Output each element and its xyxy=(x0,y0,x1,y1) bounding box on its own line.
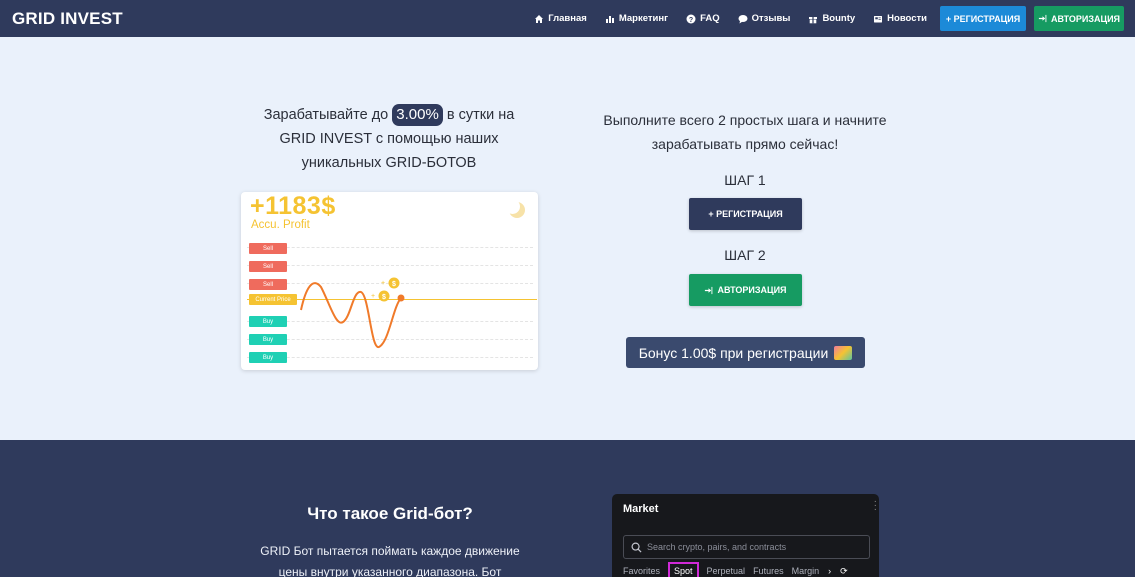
tab-margin[interactable]: Margin xyxy=(792,566,820,576)
home-icon xyxy=(535,14,544,23)
nav-link-home[interactable]: Главная xyxy=(534,13,587,24)
earn-prefix: Зарабатывайте до xyxy=(263,107,389,123)
percent-badge: 3.00% xyxy=(392,104,443,126)
step-login-label: АВТОРИЗАЦИЯ xyxy=(717,285,787,295)
earn-headline: Зарабатывайте до 3.00% в сутки на GRID I… xyxy=(240,103,538,175)
comment-icon xyxy=(738,14,748,23)
earn-line-2: GRID INVEST с помощью наших xyxy=(279,131,499,147)
steps-line-2: зарабатывать прямо сейчас! xyxy=(651,136,839,152)
question-icon: ? xyxy=(686,14,696,24)
nav-link-marketing[interactable]: Маркетинг xyxy=(605,13,668,24)
sign-in-icon xyxy=(705,286,713,294)
nav-link-bounty[interactable]: Bounty xyxy=(808,13,855,24)
step-1-label: ШАГ 1 xyxy=(724,172,766,188)
coin-symbol: $ xyxy=(382,294,386,301)
tab-futures[interactable]: Futures xyxy=(753,566,784,576)
nav-link-label: Новости xyxy=(887,13,927,24)
market-widget: Market · · · Search crypto, pairs, and con… xyxy=(612,494,879,577)
nav-links: Главная Маркетинг ? FAQ Отзывы Bounty Но… xyxy=(534,0,927,37)
nav-link-label: Главная xyxy=(548,13,587,24)
earn-line-3: уникальных GRID-БОТОВ xyxy=(301,155,477,171)
more-icon[interactable]: · · · xyxy=(874,497,877,515)
market-tabs: Favorites Spot Perpetual Futures Margin … xyxy=(623,562,848,577)
chevron-right-icon[interactable]: › xyxy=(828,566,831,576)
step-2-label: ШАГ 2 xyxy=(724,247,766,263)
register-button[interactable]: + РЕГИСТРАЦИЯ xyxy=(940,6,1026,31)
nav-link-label: Bounty xyxy=(822,13,856,24)
steps-line-1: Выполните всего 2 простых шага и начните xyxy=(603,112,887,128)
sparkle-icon: + xyxy=(371,293,375,300)
nav-link-news[interactable]: Новости xyxy=(873,13,927,24)
nav-link-reviews[interactable]: Отзывы xyxy=(738,13,791,24)
nav-link-faq[interactable]: ? FAQ xyxy=(686,13,720,24)
bar-chart-icon xyxy=(605,15,614,23)
market-search-input[interactable]: Search crypto, pairs, and contracts xyxy=(623,535,870,559)
search-placeholder: Search crypto, pairs, and contracts xyxy=(647,542,787,552)
price-curve: $ $ + + xyxy=(300,277,405,349)
sparkle-icon: + xyxy=(381,280,385,287)
gift-icon xyxy=(809,16,818,23)
nav-link-label: FAQ xyxy=(700,13,720,24)
coin-symbol: $ xyxy=(392,281,396,288)
tab-perpetual[interactable]: Perpetual xyxy=(707,566,746,576)
grid-bot-section xyxy=(0,440,1135,577)
earn-suffix: в сутки на xyxy=(446,107,515,123)
step-login-button[interactable]: АВТОРИЗАЦИЯ xyxy=(689,274,802,306)
section-description: GRID Бот пытается поймать каждое движени… xyxy=(240,541,540,577)
refresh-icon[interactable]: ⟳ xyxy=(840,566,848,577)
nav-link-label: Маркетинг xyxy=(618,13,669,24)
bonus-banner: Бонус 1.00$ при регистрации xyxy=(626,337,865,368)
top-navbar: GRID INVEST Главная Маркетинг ? FAQ Отзы… xyxy=(0,0,1135,37)
grid-bot-card: +1183$ Accu. Profit Sell Sell Sell Curre… xyxy=(241,192,538,370)
description-line: цены внутри указанного диапазона. Бот xyxy=(278,565,502,577)
search-icon xyxy=(631,542,642,553)
step-register-label: + РЕГИСТРАЦИЯ xyxy=(708,209,783,219)
step-register-button[interactable]: + РЕГИСТРАЦИЯ xyxy=(689,198,802,230)
login-button[interactable]: АВТОРИЗАЦИЯ xyxy=(1034,6,1124,31)
nav-link-label: Отзывы xyxy=(751,13,791,24)
login-label: АВТОРИЗАЦИЯ xyxy=(1050,13,1121,24)
brand-logo[interactable]: GRID INVEST xyxy=(12,9,123,29)
register-label: + РЕГИСТРАЦИЯ xyxy=(945,13,1021,24)
gift-card-icon xyxy=(834,345,853,360)
bonus-text: Бонус 1.00$ при регистрации xyxy=(638,344,829,361)
svg-text:?: ? xyxy=(689,17,693,24)
market-title: Market xyxy=(623,503,659,515)
description-line: GRID Бот пытается поймать каждое движени… xyxy=(260,544,520,558)
section-title: Что такое Grid-бот? xyxy=(307,504,473,523)
sign-in-icon xyxy=(1038,14,1047,23)
newspaper-icon xyxy=(874,15,883,22)
tab-spot[interactable]: Spot xyxy=(668,562,699,577)
steps-headline: Выполните всего 2 простых шага и начните… xyxy=(595,108,895,156)
tab-favorites[interactable]: Favorites xyxy=(623,566,660,576)
